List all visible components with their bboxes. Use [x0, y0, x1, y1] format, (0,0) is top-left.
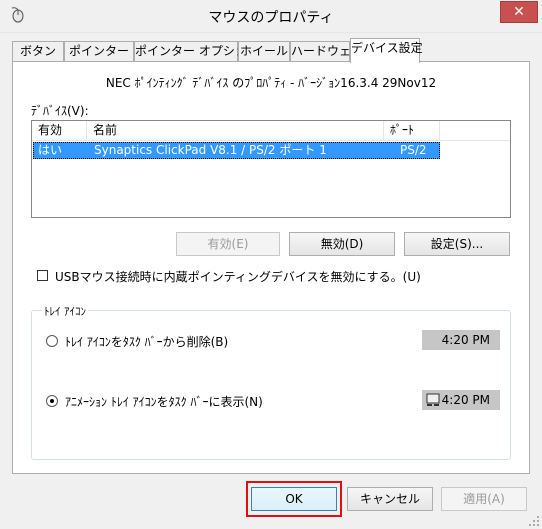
- disable-button[interactable]: 無効(D): [289, 232, 395, 256]
- window-title: マウスのプロパティ: [208, 10, 334, 26]
- radio-show-tray-icon-button[interactable]: [46, 395, 58, 407]
- driver-info-text: NEC ﾎﾟｲﾝﾃｨﾝｸﾞ ﾃﾞﾊﾞｲｽ のﾌﾟﾛﾊﾟﾃｨ - ﾊﾞｰｼﾞｮﾝ1…: [105, 76, 437, 90]
- mouse-properties-window: マウスのプロパティ ✕ ボタン ポインター ポインター オプション ホイール ハ…: [0, 0, 542, 529]
- usb-disable-checkbox[interactable]: [37, 270, 48, 281]
- device-row[interactable]: はい Synaptics ClickPad V8.1 / PS/2 ポート 1 …: [33, 142, 440, 159]
- ok-button[interactable]: OK: [251, 487, 337, 511]
- title-bar: マウスのプロパティ ✕: [0, 0, 542, 33]
- tray-icon-group: ﾄﾚｲ ｱｲｺﾝ ﾄﾚｲ ｱｲｺﾝをﾀｽｸ ﾊﾞｰから削除(B) 4:20 PM…: [31, 303, 511, 460]
- column-port[interactable]: ﾎﾟｰﾄ: [384, 121, 440, 140]
- enable-button[interactable]: 有効(E): [176, 232, 280, 256]
- tray-preview-hidden: 4:20 PM: [422, 330, 500, 350]
- close-button[interactable]: ✕: [500, 1, 538, 23]
- devices-label: ﾃﾞﾊﾞｲｽ(V):: [31, 104, 89, 118]
- column-name[interactable]: 名前: [87, 121, 384, 140]
- tray-icon-group-title: ﾄﾚｲ ｱｲｺﾝ: [42, 303, 88, 319]
- settings-button[interactable]: 設定(S)...: [404, 232, 510, 256]
- touchpad-icon: [426, 393, 440, 406]
- device-port-cell: PS/2: [400, 143, 427, 157]
- tab-wheel[interactable]: ホイール: [238, 41, 290, 62]
- tray-preview-time-shown: 4:20 PM: [441, 393, 490, 407]
- device-list-header: 有効 名前 ﾎﾟｰﾄ: [32, 121, 510, 141]
- tab-hardware[interactable]: ハードウェア: [290, 41, 363, 62]
- device-settings-panel: NEC ﾎﾟｲﾝﾃｨﾝｸﾞ ﾃﾞﾊﾞｲｽ のﾌﾟﾛﾊﾟﾃｨ - ﾊﾞｰｼﾞｮﾝ1…: [12, 61, 530, 474]
- column-enabled[interactable]: 有効: [32, 121, 87, 140]
- radio-show-tray-icon-label: ｱﾆﾒｰｼｮﾝ ﾄﾚｲ ｱｲｺﾝをﾀｽｸ ﾊﾞｰに表示(N): [65, 395, 263, 409]
- usb-disable-checkbox-label: USBマウス接続時に内蔵ポインティングデバイスを無効にする。(U): [55, 270, 421, 284]
- apply-button[interactable]: 適用(A): [441, 487, 527, 511]
- radio-remove-tray-icon-button[interactable]: [46, 335, 58, 347]
- tab-pointer-options[interactable]: ポインター オプション: [134, 41, 259, 62]
- device-list[interactable]: 有効 名前 ﾎﾟｰﾄ はい Synaptics ClickPad V8.1 / …: [31, 120, 511, 218]
- tab-device-settings[interactable]: デバイス設定: [350, 38, 423, 63]
- tab-pointers[interactable]: ポインター: [64, 41, 134, 62]
- device-name-cell: Synaptics ClickPad V8.1 / PS/2 ポート 1: [94, 143, 327, 157]
- close-icon: ✕: [513, 4, 525, 20]
- device-enabled-cell: はい: [38, 143, 63, 157]
- tray-preview-time: 4:20 PM: [441, 333, 490, 347]
- tab-buttons[interactable]: ボタン: [12, 41, 64, 62]
- tray-preview-shown: 4:20 PM: [422, 390, 500, 410]
- resize-grip-icon[interactable]: [528, 515, 540, 527]
- cancel-button[interactable]: キャンセル: [347, 487, 433, 511]
- radio-remove-tray-icon-label: ﾄﾚｲ ｱｲｺﾝをﾀｽｸ ﾊﾞｰから削除(B): [65, 335, 229, 349]
